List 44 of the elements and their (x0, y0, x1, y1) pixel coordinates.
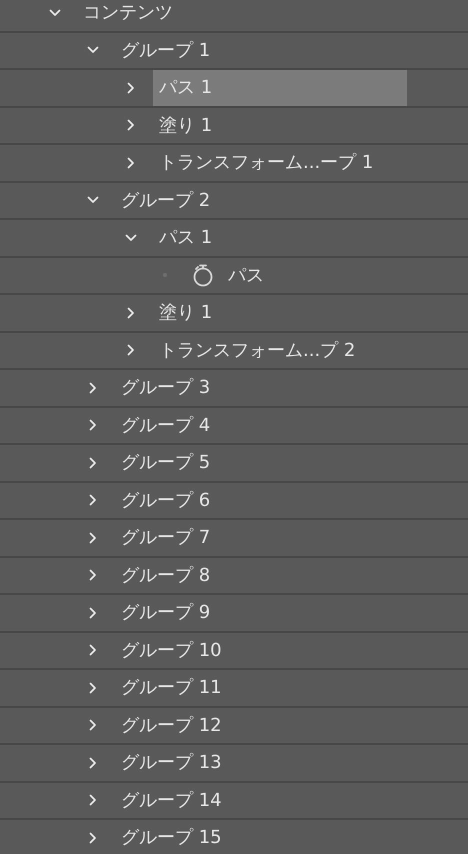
tree-item[interactable]: パス (222, 258, 270, 293)
chevron-right-icon[interactable] (87, 794, 99, 806)
chevron-down-icon[interactable] (125, 232, 137, 244)
tree-item[interactable]: グループ 13 (115, 745, 369, 780)
tree-item[interactable]: グループ 9 (115, 595, 369, 630)
chevron-right-icon[interactable] (125, 344, 137, 356)
tree-item[interactable]: グループ 12 (115, 708, 369, 743)
tree-item[interactable]: グループ 11 (115, 670, 369, 706)
tree-item[interactable]: コンテンツ (77, 0, 331, 30)
tree-item[interactable]: パス 1 (153, 220, 407, 256)
chevron-right-icon[interactable] (87, 456, 99, 469)
tree-item[interactable]: グループ 2 (115, 182, 369, 218)
tree-item[interactable]: グループ 1 (115, 32, 369, 68)
chevron-right-icon[interactable] (87, 569, 99, 582)
tree-item[interactable]: グループ 6 (115, 482, 369, 518)
chevron-right-icon[interactable] (125, 156, 137, 169)
chevron-right-icon[interactable] (87, 644, 99, 656)
tree-item[interactable]: グループ 15 (115, 820, 369, 854)
chevron-right-icon[interactable] (87, 682, 99, 694)
chevron-right-icon[interactable] (125, 82, 137, 94)
chevron-right-icon[interactable] (87, 832, 99, 844)
stopwatch-icon[interactable] (193, 262, 213, 288)
chevron-right-icon[interactable] (87, 532, 99, 544)
tree-item[interactable]: グループ 3 (115, 370, 369, 406)
tree-item[interactable]: グループ 4 (115, 408, 369, 443)
chevron-right-icon[interactable] (125, 119, 137, 132)
tree-item[interactable]: グループ 10 (115, 632, 369, 668)
tree-item[interactable]: グループ 5 (115, 445, 369, 480)
tree-item[interactable]: グループ 7 (115, 520, 369, 556)
tree-item[interactable]: 塗り 1 (153, 295, 407, 330)
tree-item[interactable]: グループ 14 (115, 782, 369, 818)
chevron-right-icon[interactable] (87, 382, 99, 394)
chevron-down-icon[interactable] (49, 6, 61, 19)
tree-item[interactable]: トランスフォーム...プ 2 (153, 332, 407, 368)
chevron-right-icon[interactable] (87, 494, 99, 506)
chevron-right-icon[interactable] (125, 306, 137, 319)
chevron-right-icon[interactable] (87, 419, 99, 432)
chevron-right-icon[interactable] (87, 719, 99, 732)
tree-item[interactable]: グループ 8 (115, 558, 369, 593)
tree-item[interactable]: パス 1 (153, 70, 407, 106)
tree-item[interactable]: 塗り 1 (153, 108, 407, 143)
chevron-right-icon[interactable] (87, 756, 99, 769)
tree-item[interactable]: トランスフォーム...ープ 1 (153, 145, 407, 180)
chevron-right-icon[interactable] (87, 606, 99, 619)
